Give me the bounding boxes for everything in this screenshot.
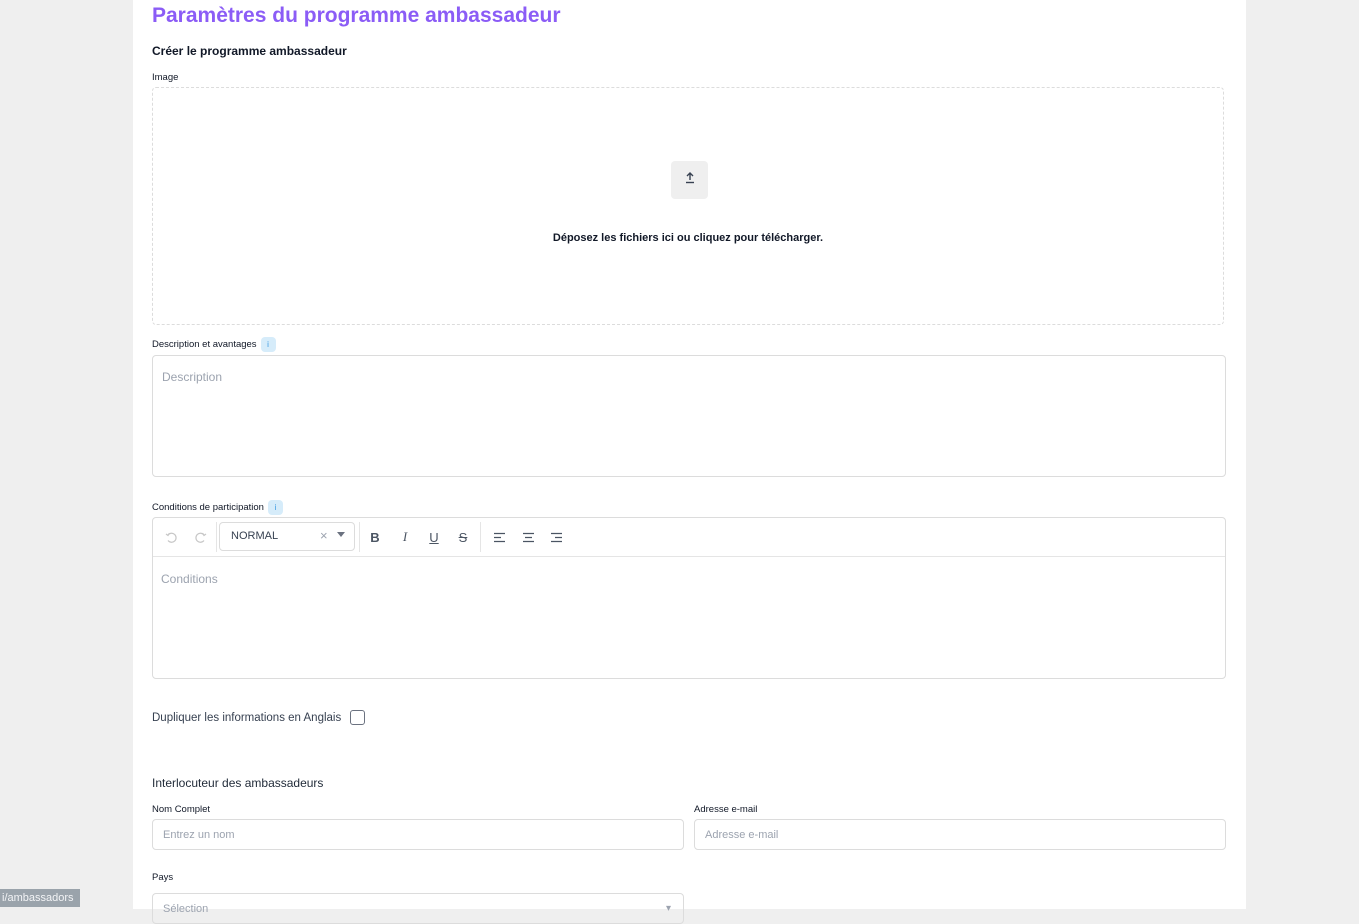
duplicate-english-checkbox[interactable] xyxy=(350,710,366,725)
bold-button[interactable]: B xyxy=(367,528,383,546)
duplicate-english-label: Dupliquer les informations en Anglais xyxy=(152,711,342,724)
image-label: Image xyxy=(152,72,179,83)
editor-toolbar: NORMAL × B I U S xyxy=(153,518,1225,557)
contact-section-title: Interlocuteur des ambassadeurs xyxy=(152,776,324,790)
redo-icon[interactable] xyxy=(192,528,208,546)
conditions-editor[interactable]: NORMAL × B I U S Conditions xyxy=(152,517,1226,679)
email-label: Adresse e-mail xyxy=(694,804,758,815)
image-dropzone[interactable]: Déposez les fichiers ici ou cliquez pour… xyxy=(152,87,1224,325)
text-style-select[interactable]: NORMAL × xyxy=(219,522,355,551)
strikethrough-button[interactable]: S xyxy=(455,528,471,546)
align-left-icon[interactable] xyxy=(491,528,507,546)
country-placeholder: Sélection xyxy=(163,903,209,915)
full-name-input[interactable] xyxy=(152,819,684,850)
page-subtitle: Créer le programme ambassadeur xyxy=(152,44,347,58)
description-label-text: Description et avantages xyxy=(152,339,257,351)
info-icon[interactable]: i xyxy=(267,500,283,515)
italic-button[interactable]: I xyxy=(397,528,413,546)
clear-icon[interactable]: × xyxy=(320,528,328,543)
conditions-label: Conditions de participation i xyxy=(152,500,283,515)
dropzone-text: Déposez les fichiers ici ou cliquez pour… xyxy=(552,232,824,244)
description-textarea[interactable] xyxy=(152,355,1226,477)
settings-card: Paramètres du programme ambassadeur Crée… xyxy=(133,0,1246,924)
align-right-icon[interactable] xyxy=(548,528,564,546)
underline-button[interactable]: U xyxy=(426,528,442,546)
toolbar-divider xyxy=(480,522,481,552)
status-url: i/ambassadors xyxy=(0,889,80,907)
undo-icon[interactable] xyxy=(163,528,179,546)
toolbar-divider xyxy=(216,522,217,552)
upload-icon xyxy=(684,171,696,189)
align-center-icon[interactable] xyxy=(520,528,536,546)
country-label: Pays xyxy=(152,872,174,883)
info-icon[interactable]: i xyxy=(260,337,276,352)
toolbar-divider xyxy=(359,522,360,552)
duplicate-english-row: Dupliquer les informations en Anglais xyxy=(152,710,366,725)
page-title: Paramètres du programme ambassadeur xyxy=(152,4,561,27)
chevron-down-icon xyxy=(337,532,345,537)
email-input[interactable] xyxy=(694,819,1226,850)
upload-button[interactable] xyxy=(671,161,708,199)
editor-placeholder: Conditions xyxy=(161,572,218,586)
description-label: Description et avantages i xyxy=(152,337,276,352)
name-label: Nom Complet xyxy=(152,804,211,815)
text-style-value: NORMAL xyxy=(231,530,279,542)
conditions-label-text: Conditions de participation xyxy=(152,502,264,514)
